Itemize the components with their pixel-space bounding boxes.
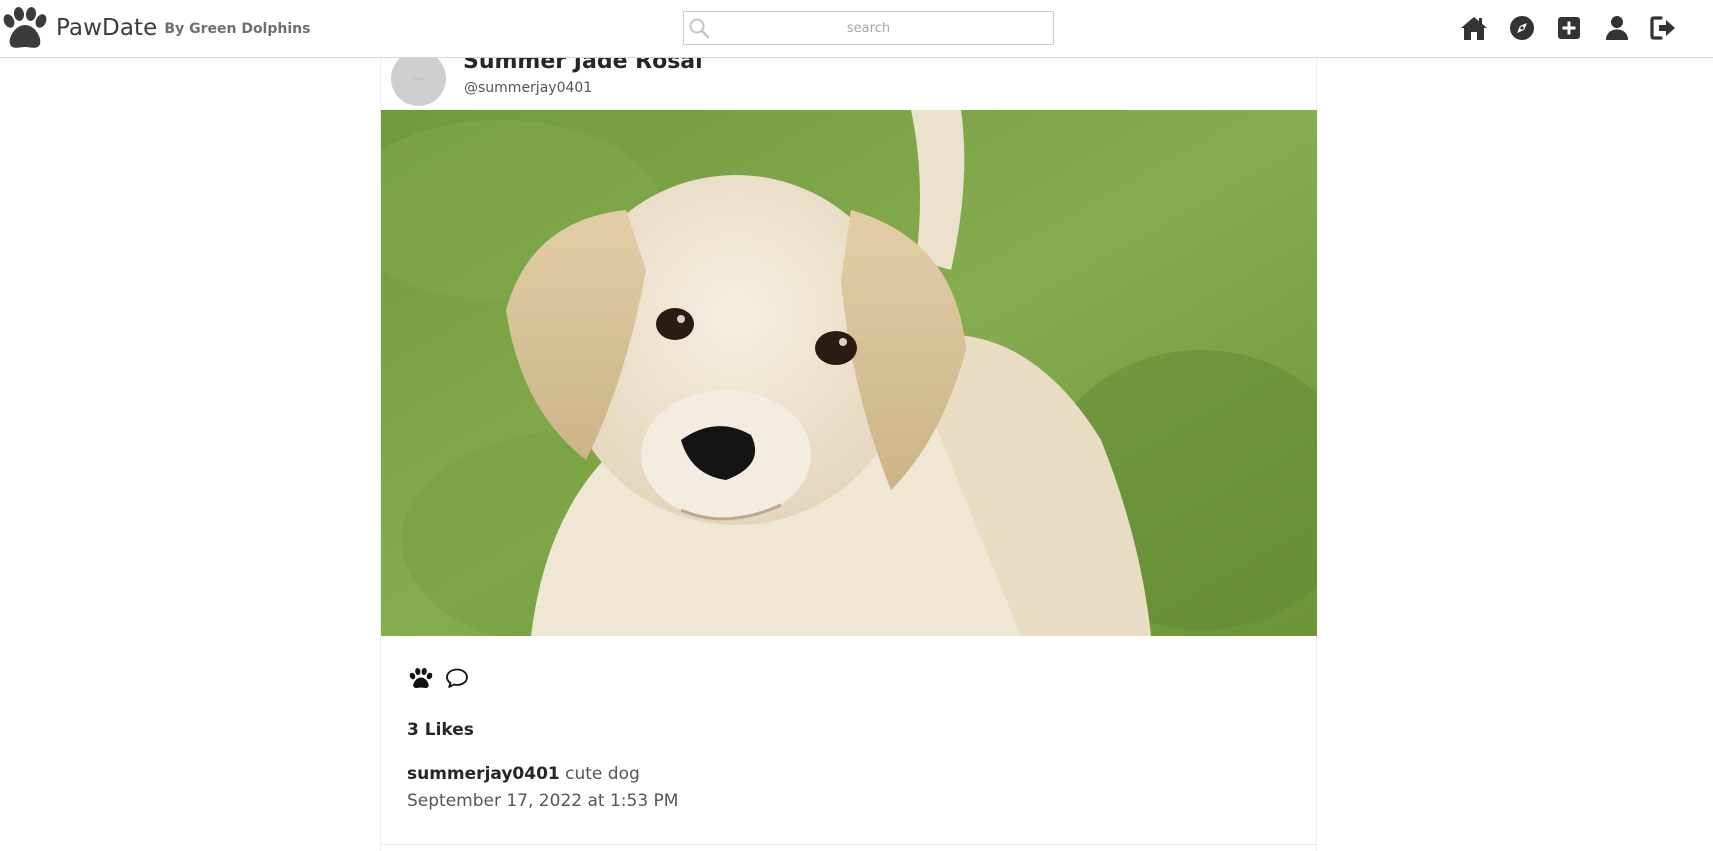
puppy-photo	[381, 110, 1317, 636]
caption-username[interactable]: summerjay0401	[407, 764, 560, 784]
avatar-placeholder-icon: ▭▭	[412, 75, 425, 82]
brand-logo-link[interactable]: PawDate By Green Dolphins	[0, 6, 310, 50]
add-post-button[interactable]	[1554, 13, 1584, 43]
caption-text: cute dog	[565, 764, 640, 784]
post-card: ▭▭ Summer Jade Rosal @summerjay0401 3 Li…	[380, 0, 1317, 851]
explore-compass-icon	[1509, 16, 1534, 40]
nav-icon-group	[1459, 13, 1679, 43]
post-timestamp: September 17, 2022 at 1:53 PM	[407, 791, 679, 811]
search-bar	[683, 11, 1054, 45]
paw-logo-icon	[3, 7, 47, 48]
home-button[interactable]	[1459, 13, 1489, 43]
post-photo	[381, 110, 1317, 636]
comment-bubble-icon	[446, 668, 468, 688]
profile-icon	[1605, 16, 1628, 40]
brand-tagline: By Green Dolphins	[164, 21, 311, 37]
avatar[interactable]: ▭▭	[391, 51, 446, 106]
profile-button[interactable]	[1602, 13, 1632, 43]
home-icon	[1461, 17, 1487, 40]
logout-button[interactable]	[1649, 13, 1679, 43]
brand-name: PawDate	[56, 15, 158, 41]
logout-icon	[1650, 16, 1675, 40]
likes-count: 3 Likes	[407, 720, 474, 740]
top-navbar: PawDate By Green Dolphins	[0, 0, 1713, 58]
add-post-icon	[1558, 17, 1580, 39]
search-icon	[689, 18, 710, 39]
paw-like-icon	[409, 668, 433, 688]
post-caption: summerjay0401 cute dog	[407, 764, 640, 784]
post-actions	[407, 664, 479, 692]
card-divider	[381, 844, 1316, 845]
comment-button[interactable]	[443, 664, 471, 692]
search-input[interactable]	[714, 12, 1023, 44]
like-paw-button[interactable]	[407, 664, 435, 692]
post-author-username[interactable]: @summerjay0401	[464, 80, 592, 96]
explore-button[interactable]	[1507, 13, 1537, 43]
